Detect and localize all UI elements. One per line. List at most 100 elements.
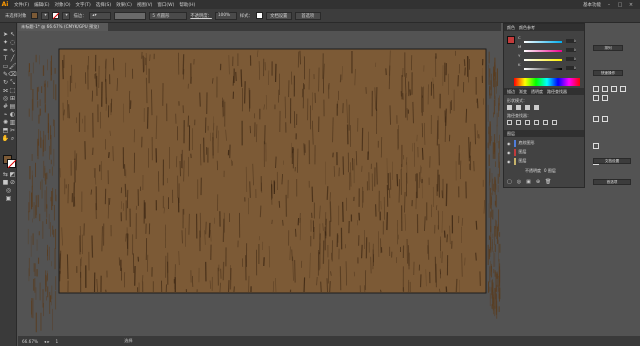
blend-icon[interactable]: ◐ — [9, 111, 16, 118]
eye-icon[interactable]: ◉ — [507, 141, 511, 146]
workspace-switcher[interactable]: 基本功能 — [583, 2, 601, 8]
magic-wand-icon[interactable]: ✦ — [2, 39, 9, 46]
style-swatch[interactable] — [255, 12, 263, 19]
rotate-icon[interactable]: ↻ — [2, 79, 9, 86]
slice-icon[interactable]: ✂ — [9, 127, 16, 134]
menu-item[interactable]: 效果(C) — [116, 2, 132, 8]
variable-width[interactable] — [114, 11, 147, 20]
menu-item[interactable]: 文字(T) — [76, 2, 91, 8]
align-top-icon[interactable] — [620, 86, 626, 92]
divide-icon[interactable] — [507, 120, 512, 125]
color-slider[interactable] — [524, 59, 562, 61]
menu-item[interactable]: 选择(S) — [96, 2, 111, 8]
align-center-icon[interactable] — [602, 86, 608, 92]
align-bottom-icon[interactable] — [602, 95, 608, 101]
default-colors-icon[interactable]: ◩ — [9, 171, 16, 178]
close-icon[interactable]: × — [628, 2, 634, 8]
selection-tool-icon[interactable]: ➤ — [2, 31, 9, 38]
opacity-input[interactable]: 100% — [214, 11, 237, 20]
menu-item[interactable]: 对象(O) — [54, 2, 70, 8]
tab-color-guide[interactable]: 颜色参考 — [519, 25, 535, 31]
align-middle-icon[interactable] — [593, 95, 599, 101]
tab-document[interactable]: 未标题-1* @ 66.67% (CMYK/GPU 预览) — [18, 23, 108, 31]
line-tool-icon[interactable]: ╱ — [9, 55, 16, 62]
tab-transparency[interactable]: 透明度 — [531, 89, 543, 95]
opacity-label[interactable]: 不透明度： — [190, 13, 211, 19]
eyedropper-icon[interactable]: ⌁ — [2, 111, 9, 118]
reflect-icon[interactable] — [602, 116, 608, 122]
intersect-icon[interactable] — [525, 105, 530, 110]
layer-row[interactable]: ◉ 图层 — [507, 157, 583, 165]
brush-definition[interactable]: 5 点圆形 — [149, 11, 188, 20]
curvature-icon[interactable]: ∿ — [9, 47, 16, 54]
paintbrush-icon[interactable]: 🖌 — [9, 63, 17, 70]
free-transform-icon[interactable]: ⬚ — [9, 87, 16, 94]
artboard-tool-icon[interactable]: ⬒ — [2, 127, 9, 134]
symbol-sprayer-icon[interactable]: ✺ — [2, 119, 9, 126]
create-sublayer-icon[interactable]: ⊕ — [536, 179, 540, 185]
eye-icon[interactable]: ◉ — [507, 159, 511, 164]
grid-icon[interactable] — [593, 143, 599, 149]
menu-item[interactable]: 编辑(E) — [34, 2, 49, 8]
scale-icon[interactable]: ⤡ — [9, 79, 16, 86]
slider-value[interactable]: 0 — [566, 39, 576, 43]
swap-colors-icon[interactable]: ⇆ — [2, 171, 9, 178]
slider-value[interactable]: 0 — [566, 66, 576, 70]
arrange-button[interactable]: 排列 — [593, 45, 623, 51]
perspective-icon[interactable]: ⊞ — [9, 95, 16, 102]
shape-builder-icon[interactable]: ◎ — [2, 95, 9, 102]
slider-value[interactable]: 0 — [566, 57, 576, 61]
eraser-icon[interactable]: ⌫ — [8, 71, 16, 78]
none-mode-icon[interactable]: ⊘ — [9, 179, 16, 186]
stroke-swatch[interactable] — [52, 12, 60, 19]
menu-item[interactable]: 文件(F) — [14, 2, 29, 8]
artboard-number[interactable]: 1 — [56, 339, 59, 344]
new-layer-icon[interactable]: ▢ — [507, 179, 512, 185]
exclude-icon[interactable] — [534, 105, 539, 110]
zoom-level[interactable]: 66.67% — [22, 339, 38, 344]
crop-icon[interactable] — [534, 120, 539, 125]
screen-mode-icon[interactable]: ▣ — [5, 195, 12, 202]
tab-color[interactable]: 颜色 — [507, 25, 515, 31]
eye-icon[interactable]: ◉ — [507, 150, 511, 155]
minus-back-icon[interactable] — [552, 120, 557, 125]
stroke-weight[interactable]: ▴▾ — [89, 11, 112, 20]
layer-row[interactable]: ◉ 底纹图形 — [507, 139, 583, 147]
wood-texture-artwork[interactable] — [18, 31, 501, 336]
color-slider[interactable] — [524, 41, 562, 43]
hand-tool-icon[interactable]: ✋ — [2, 135, 9, 142]
make-clipping-mask-icon[interactable]: ▣ — [526, 179, 531, 185]
tab-layers[interactable]: 图层 — [507, 131, 515, 137]
rotate-icon[interactable] — [593, 116, 599, 122]
align-right-icon[interactable] — [611, 86, 617, 92]
menu-item[interactable]: 帮助(H) — [179, 2, 195, 8]
fill-dropdown[interactable]: ▾ — [41, 11, 50, 20]
quick-actions-button[interactable]: 快速操作 — [593, 70, 623, 76]
draw-mode-icon[interactable]: ◎ — [5, 187, 12, 194]
preferences-button[interactable]: 首选项 — [294, 11, 321, 20]
align-left-icon[interactable] — [593, 86, 599, 92]
mesh-icon[interactable]: # — [2, 103, 9, 110]
artboard-nav-icon[interactable]: ◂ ▸ — [44, 339, 50, 344]
stroke-color-box[interactable] — [7, 159, 17, 169]
direct-selection-tool-icon[interactable]: ↖ — [9, 31, 16, 38]
trim-icon[interactable] — [516, 120, 521, 125]
slider-value[interactable]: 0 — [566, 48, 576, 52]
maximize-icon[interactable]: □ — [617, 2, 623, 8]
menu-item[interactable]: 窗口(W) — [157, 2, 174, 8]
move-selection-icon[interactable]: ◎ — [517, 179, 521, 185]
canvas[interactable] — [18, 31, 501, 336]
color-fill-preview[interactable] — [507, 36, 515, 44]
doc-setup-button[interactable]: 文档设置 — [265, 11, 292, 20]
gradient-icon[interactable]: ▤ — [9, 103, 16, 110]
lasso-icon[interactable]: ◌ — [9, 39, 16, 46]
preferences-side-button[interactable]: 首选项 — [593, 179, 631, 185]
menu-item[interactable]: 视图(V) — [137, 2, 153, 8]
color-slider[interactable] — [524, 68, 562, 70]
layer-row[interactable]: ◉ 图层 — [507, 148, 583, 156]
minimize-icon[interactable]: – — [606, 2, 612, 8]
graph-tool-icon[interactable]: ▥ — [9, 119, 16, 126]
stroke-dropdown[interactable]: ▾ — [62, 11, 71, 20]
unite-icon[interactable] — [507, 105, 512, 110]
type-tool-icon[interactable]: T — [2, 55, 9, 62]
